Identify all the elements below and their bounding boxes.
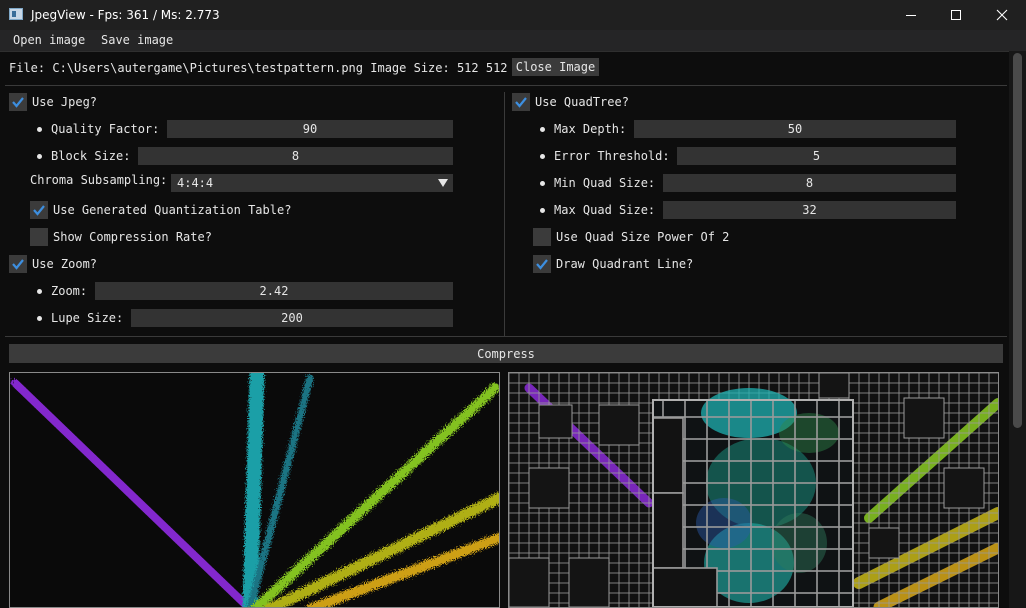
- lupe-size-label: Lupe Size:: [51, 311, 124, 325]
- bullet-icon: [540, 208, 545, 213]
- menu-bar: Open image Save image: [0, 30, 1026, 52]
- draw-quadrant-line-label: Draw Quadrant Line?: [556, 257, 694, 271]
- image-size-label: Image Size: 512 512: [370, 61, 508, 75]
- quad-size-power-of-2-checkbox[interactable]: [533, 228, 551, 246]
- bullet-icon: [540, 127, 545, 132]
- close-image-button[interactable]: Close Image: [512, 58, 599, 76]
- jpeg-compressed-image[interactable]: [9, 372, 500, 608]
- checkmark-icon: [536, 259, 548, 270]
- jpeg-preview-canvas: [10, 373, 499, 607]
- max-depth-value: 50: [787, 122, 803, 136]
- app-window-icon: [9, 8, 23, 20]
- min-quad-size-value: 8: [805, 176, 814, 190]
- show-compression-rate-label: Show Compression Rate?: [53, 230, 212, 244]
- minimize-icon: [906, 15, 916, 16]
- divider-bottom: [5, 336, 1007, 337]
- vertical-scrollbar[interactable]: [1009, 51, 1026, 608]
- error-threshold-value: 5: [812, 149, 821, 163]
- lupe-size-slider[interactable]: 200: [131, 309, 453, 327]
- use-quadtree-checkbox[interactable]: [512, 93, 530, 111]
- chroma-subsampling-dropdown[interactable]: 4:4:4: [171, 174, 453, 192]
- generated-quant-table-checkbox[interactable]: [30, 201, 48, 219]
- column-divider: [504, 92, 505, 336]
- bullet-icon: [37, 289, 42, 294]
- chroma-subsampling-label: Chroma Subsampling:: [30, 173, 168, 187]
- quadtree-preview-canvas: [509, 373, 998, 607]
- divider-top: [5, 85, 1007, 86]
- compress-button[interactable]: Compress: [9, 344, 1003, 363]
- quality-factor-value: 90: [302, 122, 318, 136]
- quality-factor-slider[interactable]: 90: [167, 120, 453, 138]
- bullet-icon: [37, 127, 42, 132]
- minimize-button[interactable]: [888, 0, 934, 30]
- checkmark-icon: [33, 205, 45, 216]
- max-quad-size-value: 32: [802, 203, 817, 217]
- title-bar: JpegView - Fps: 361 / Ms: 2.773: [0, 0, 1026, 30]
- close-icon: [996, 9, 1008, 21]
- bullet-icon: [540, 181, 545, 186]
- close-window-button[interactable]: [979, 0, 1025, 30]
- block-size-value: 8: [291, 149, 300, 163]
- dropdown-arrow-icon: [438, 179, 448, 187]
- error-threshold-label: Error Threshold:: [554, 149, 670, 163]
- zoom-lupe: [652, 388, 854, 607]
- checkmark-icon: [12, 259, 24, 270]
- bullet-icon: [37, 316, 42, 321]
- compress-button-label: Compress: [477, 346, 535, 361]
- use-quadtree-label: Use QuadTree?: [535, 95, 629, 109]
- use-jpeg-label: Use Jpeg?: [32, 95, 98, 109]
- zoom-slider[interactable]: 2.42: [95, 282, 453, 300]
- lupe-size-value: 200: [281, 311, 303, 325]
- menu-save-image[interactable]: Save image: [101, 33, 173, 47]
- generated-quant-table-label: Use Generated Quantization Table?: [53, 203, 292, 217]
- menu-open-image[interactable]: Open image: [13, 33, 85, 47]
- checkmark-icon: [12, 97, 24, 108]
- min-quad-size-label: Min Quad Size:: [554, 176, 656, 190]
- maximize-icon: [951, 10, 961, 20]
- use-zoom-checkbox[interactable]: [9, 255, 27, 273]
- bullet-icon: [37, 154, 42, 159]
- block-size-slider[interactable]: 8: [138, 147, 453, 165]
- use-zoom-label: Use Zoom?: [32, 257, 98, 271]
- scrollbar-thumb[interactable]: [1013, 53, 1022, 428]
- maximize-button[interactable]: [933, 0, 979, 30]
- checkmark-icon: [515, 97, 527, 108]
- max-quad-size-slider[interactable]: 32: [663, 201, 956, 219]
- max-depth-label: Max Depth:: [554, 122, 627, 136]
- use-jpeg-checkbox[interactable]: [9, 93, 27, 111]
- chroma-subsampling-value: 4:4:4: [177, 176, 214, 190]
- bullet-icon: [540, 154, 545, 159]
- window-title: JpegView - Fps: 361 / Ms: 2.773: [31, 8, 220, 22]
- zoom-label: Zoom:: [51, 284, 88, 298]
- error-threshold-slider[interactable]: 5: [677, 147, 956, 165]
- draw-quadrant-line-checkbox[interactable]: [533, 255, 551, 273]
- max-quad-size-label: Max Quad Size:: [554, 203, 656, 217]
- quadtree-compressed-image[interactable]: [508, 372, 999, 608]
- quad-size-power-of-2-label: Use Quad Size Power Of 2: [556, 230, 730, 244]
- file-path-label: File: C:\Users\autergame\Pictures\testpa…: [9, 61, 508, 75]
- show-compression-rate-checkbox[interactable]: [30, 228, 48, 246]
- quality-factor-label: Quality Factor:: [51, 122, 160, 136]
- min-quad-size-slider[interactable]: 8: [663, 174, 956, 192]
- zoom-value: 2.42: [259, 284, 289, 298]
- max-depth-slider[interactable]: 50: [634, 120, 956, 138]
- block-size-label: Block Size:: [51, 149, 131, 163]
